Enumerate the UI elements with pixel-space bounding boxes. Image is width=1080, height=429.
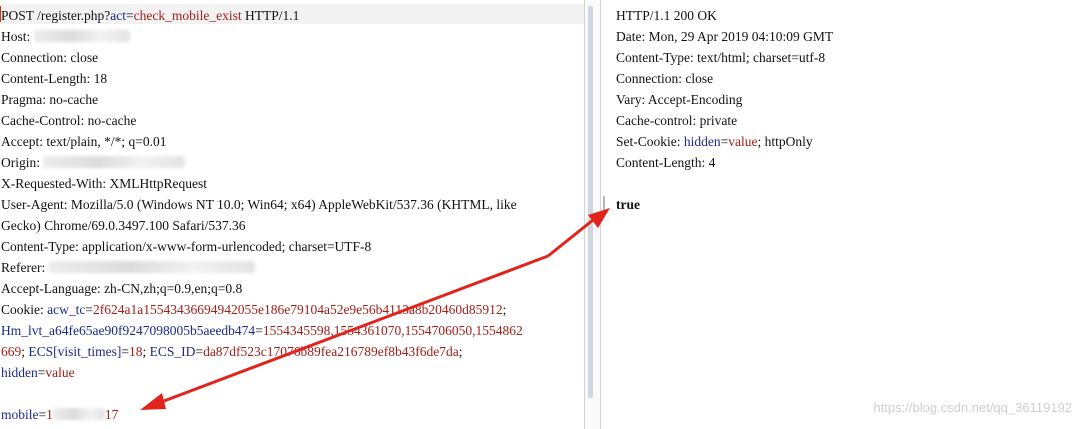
http-version: HTTP/1.1 <box>241 8 300 23</box>
referer-label: Referer: <box>1 260 49 275</box>
header-origin: Origin: <box>1 152 579 173</box>
cookie-value: 2f624a1a15543436694942055e186e79104a52e9… <box>92 302 503 317</box>
header-user-agent-cont: Gecko) Chrome/69.0.3497.100 Safari/537.3… <box>1 218 246 233</box>
param-value-act: check_mobile_exist <box>133 8 242 23</box>
header-content-type: Content-Type: application/x-www-form-url… <box>1 239 372 254</box>
body-value: 1 <box>46 407 53 422</box>
header-x-requested-with: X-Requested-With: XMLHttpRequest <box>1 176 208 191</box>
param-key-act: act <box>110 8 126 23</box>
header-date: Date: Mon, 29 Apr 2019 04:10:09 GMT <box>616 29 834 44</box>
set-cookie-value: value <box>728 134 758 149</box>
header-cookie-cont-3: hidden=value <box>1 365 75 380</box>
header-cache-control: Cache-Control: no-cache <box>1 113 137 128</box>
cookie-value: 18 <box>129 344 143 359</box>
watermark: https://blog.csdn.net/qq_36119192 <box>873 400 1072 415</box>
set-cookie-label: Set-Cookie: <box>616 134 684 149</box>
body-key: mobile <box>1 407 39 422</box>
header-cookie: Cookie: acw_tc=2f624a1a15543436694942055… <box>1 302 507 317</box>
header-host: Host: <box>1 26 579 47</box>
request-text[interactable]: POST /register.php?act=check_mobile_exis… <box>1 5 579 425</box>
body-value-end: 17 <box>104 407 119 422</box>
cookie-key: hidden <box>1 365 38 380</box>
cookie-value: 1554345598,1554361070,1554706050,1554862 <box>262 323 523 338</box>
header-connection: Connection: close <box>616 71 714 86</box>
header-content-type: Content-Type: text/html; charset=utf-8 <box>616 50 826 65</box>
header-content-length: Content-Length: 4 <box>616 155 716 170</box>
request-line: POST /register.php?act=check_mobile_exis… <box>1 5 579 26</box>
cookie-key: acw_tc <box>47 302 86 317</box>
set-cookie-key: hidden <box>683 134 721 149</box>
equals: = <box>126 8 134 23</box>
header-connection: Connection: close <box>1 50 99 65</box>
header-cache-control: Cache-control: private <box>616 113 738 128</box>
header-cookie-cont-2: 669; ECS[visit_times]=18; ECS_ID=da87df5… <box>1 344 463 359</box>
origin-label: Origin: <box>1 155 44 170</box>
redacted-mobile <box>52 408 105 420</box>
header-user-agent: User-Agent: Mozilla/5.0 (Windows NT 10.0… <box>1 197 517 212</box>
header-referer: Referer: <box>1 257 579 278</box>
request-editor-panel[interactable]: POST /register.php?act=check_mobile_exis… <box>0 0 585 429</box>
header-pragma: Pragma: no-cache <box>1 92 99 107</box>
set-cookie-flag: ; httpOnly <box>757 134 813 149</box>
cookie-value: da87df523c17076b89fea216789ef8b43f6de7da <box>203 344 459 359</box>
request-method-path: POST /register.php? <box>1 8 111 23</box>
response-text[interactable]: HTTP/1.1 200 OK Date: Mon, 29 Apr 2019 0… <box>616 5 1076 215</box>
header-cookie-cont-1: Hm_lvt_a64fe65ae90f9247098005b5aeedb474=… <box>1 323 523 338</box>
header-set-cookie: Set-Cookie: hidden=value; httpOnly <box>616 134 813 149</box>
header-accept: Accept: text/plain, */*; q=0.01 <box>1 134 167 149</box>
response-body: true <box>616 197 640 212</box>
redacted-host <box>33 30 130 42</box>
cookie-value: value <box>45 365 75 380</box>
header-accept-language: Accept-Language: zh-CN,zh;q=0.9,en;q=0.8 <box>1 281 243 296</box>
cookie-key: Hm_lvt_a64fe65ae90f9247098005b5aeedb474 <box>1 323 256 338</box>
host-label: Host: <box>1 29 34 44</box>
status-line: HTTP/1.1 200 OK <box>616 8 717 23</box>
response-viewer-panel[interactable]: HTTP/1.1 200 OK Date: Mon, 29 Apr 2019 0… <box>600 0 1080 429</box>
cookie-label: Cookie: <box>1 302 48 317</box>
response-cursor-marker <box>603 196 605 210</box>
cookie-key: ECS_ID <box>149 344 196 359</box>
redacted-referer <box>48 261 255 273</box>
redacted-origin <box>43 156 186 168</box>
request-body: mobile=1 17 <box>1 407 119 422</box>
cookie-value: 669 <box>1 344 22 359</box>
cookie-key: ECS[visit_times] <box>28 344 122 359</box>
header-content-length: Content-Length: 18 <box>1 71 108 86</box>
request-scrollbar[interactable] <box>588 6 593 398</box>
header-vary: Vary: Accept-Encoding <box>616 92 743 107</box>
